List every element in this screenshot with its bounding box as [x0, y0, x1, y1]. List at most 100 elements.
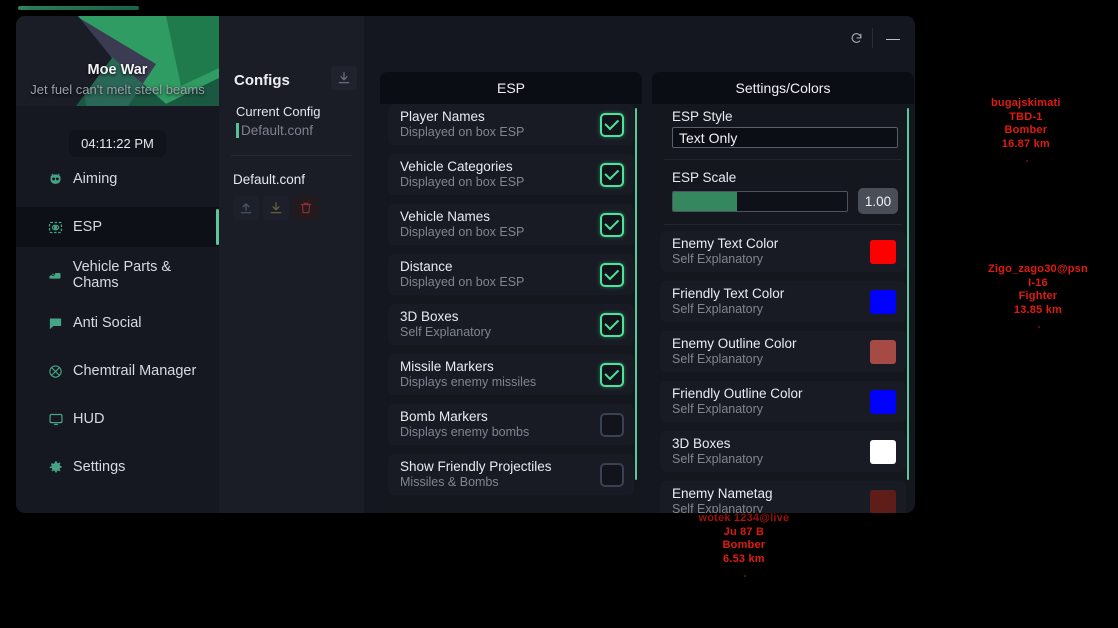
esp-rows: Player Names Displayed on box ESP Vehicle … — [380, 104, 642, 495]
esp-overlay-tag: wotek 1234@live Ju 87 B Bomber 6.53 km — [699, 512, 790, 566]
row-texts: Friendly Text Color Self Explanatory — [672, 286, 784, 317]
sidebar-item-aiming[interactable]: Aiming — [16, 159, 219, 199]
color-swatch[interactable] — [870, 389, 896, 414]
esp-option-row[interactable]: 3D Boxes Self Explanatory — [388, 304, 634, 345]
chat-bubble-icon — [45, 314, 66, 332]
checkbox[interactable] — [600, 262, 624, 287]
current-config-label: Current Config — [236, 104, 321, 119]
checkbox[interactable] — [600, 462, 624, 487]
esp-option-row[interactable]: Vehicle Names Displayed on box ESP — [388, 204, 634, 245]
checkbox[interactable] — [600, 412, 624, 437]
color-option-row[interactable]: Enemy Text Color Self Explanatory — [660, 231, 906, 272]
row-subtitle: Self Explanatory — [672, 252, 764, 266]
color-swatch[interactable] — [870, 339, 896, 364]
vehicle-icon — [45, 266, 66, 284]
content-area: ESP Player Names Displayed on box ESP Vehi… — [364, 61, 915, 513]
color-option-row[interactable]: Friendly Outline Color Self Explanatory — [660, 381, 906, 422]
sidebar-item-label: Aiming — [73, 171, 118, 187]
color-swatch[interactable] — [870, 439, 896, 464]
color-option-row[interactable]: Enemy Outline Color Self Explanatory — [660, 331, 906, 372]
row-title: Enemy Text Color — [672, 236, 779, 251]
color-swatch[interactable] — [870, 489, 896, 513]
sidebar-item-hud[interactable]: HUD — [16, 399, 219, 439]
esp-panel-scrollbar[interactable] — [634, 108, 637, 480]
download-icon[interactable] — [331, 66, 357, 90]
row-subtitle: Displayed on box ESP — [400, 175, 525, 189]
settings-divider — [664, 159, 902, 160]
row-title: Bomb Markers — [400, 409, 488, 424]
esp-tag-line: 6.53 km — [723, 552, 765, 565]
sidebar-item-label: Vehicle Parts & Chams — [72, 259, 172, 291]
sidebar-item-label: Chemtrail Manager — [73, 363, 197, 379]
esp-tag-line: Ju 87 B — [723, 525, 765, 538]
esp-scale-slider[interactable] — [672, 190, 848, 212]
row-title: Enemy Outline Color — [672, 336, 797, 351]
titlebar-separator — [872, 28, 873, 48]
checkbox[interactable] — [600, 112, 624, 137]
row-texts: Enemy Nametag Self Explanatory — [672, 486, 773, 513]
sidebar-item-esp[interactable]: ESP — [16, 207, 219, 247]
row-title: Friendly Outline Color — [672, 386, 803, 401]
esp-tag-line: I-16 — [1028, 276, 1048, 289]
download-icon[interactable] — [263, 196, 289, 220]
row-texts: Friendly Outline Color Self Explanatory — [672, 386, 803, 417]
checkbox[interactable] — [600, 312, 624, 337]
monitor-icon — [45, 410, 66, 428]
upload-icon[interactable] — [233, 196, 259, 220]
row-title: Vehicle Names — [400, 209, 491, 224]
close-button[interactable]: ✕ — [910, 26, 915, 50]
esp-tag-line: wotek 1234@live — [698, 512, 790, 524]
row-title: Missile Markers — [400, 359, 494, 374]
esp-tag-line: Zigo_zago30@psn — [988, 263, 1088, 275]
esp-option-row[interactable]: Bomb Markers Displays enemy bombs — [388, 404, 634, 445]
trash-icon[interactable] — [293, 196, 319, 220]
refresh-icon[interactable] — [844, 26, 868, 50]
esp-tag-line: 16.87 km — [1001, 137, 1050, 150]
esp-option-row[interactable]: Distance Displayed on box ESP — [388, 254, 634, 295]
esp-overlay-dot — [1026, 160, 1028, 162]
esp-style-label: ESP Style — [672, 109, 733, 124]
row-subtitle: Self Explanatory — [672, 452, 764, 466]
esp-option-row[interactable]: Missile Markers Displays enemy missiles — [388, 354, 634, 395]
esp-option-row[interactable]: Vehicle Categories Displayed on box ESP — [388, 154, 634, 195]
esp-scale-value[interactable]: 1.00 — [858, 188, 898, 214]
esp-option-row[interactable]: Player Names Displayed on box ESP — [388, 104, 634, 145]
sidebar-item-settings[interactable]: Settings — [16, 447, 219, 487]
settings-panel-scrollbar[interactable] — [906, 108, 909, 480]
row-title: Distance — [400, 259, 453, 274]
esp-tag-line: bugajskimati — [991, 97, 1061, 109]
minimize-button[interactable]: — — [880, 26, 906, 50]
configs-panel: Configs Current Config Default.conf Defa… — [219, 16, 364, 513]
esp-tag-line: 13.85 km — [1013, 303, 1062, 316]
eye-box-icon — [45, 218, 66, 236]
esp-scale-slider-fill — [673, 191, 738, 211]
color-option-row[interactable]: Enemy Nametag Self Explanatory — [660, 481, 906, 513]
current-config-value: Default.conf — [241, 123, 314, 138]
esp-scale-label: ESP Scale — [672, 170, 737, 185]
sidebar-item-label: Anti Social — [73, 315, 142, 331]
row-texts: Bomb Markers Displays enemy bombs — [400, 409, 529, 440]
sidebar-item-anti-social[interactable]: Anti Social — [16, 303, 219, 343]
esp-option-row[interactable]: Show Friendly Projectiles Missiles & Bomb… — [388, 454, 634, 495]
color-swatch[interactable] — [870, 289, 896, 314]
configs-title: Configs — [234, 72, 290, 89]
row-subtitle: Displays enemy missiles — [400, 375, 537, 389]
row-texts: Vehicle Names Displayed on box ESP — [400, 209, 524, 240]
sidebar-item-label: ESP — [73, 219, 103, 235]
brand-tagline: Jet fuel can't melt steel beams — [30, 82, 205, 97]
color-swatch[interactable] — [870, 239, 896, 264]
checkbox[interactable] — [600, 162, 624, 187]
row-texts: Vehicle Categories Displayed on box ESP — [400, 159, 524, 190]
config-file-name: Default.conf — [233, 172, 306, 187]
esp-scale-group: ESP Scale 1.00 — [660, 165, 906, 214]
checkbox[interactable] — [600, 362, 624, 387]
title-bar: — ✕ — [364, 16, 915, 61]
color-option-row[interactable]: Friendly Text Color Self Explanatory — [660, 281, 906, 322]
sidebar-item-chemtrail-manager[interactable]: Chemtrail Manager — [16, 351, 219, 391]
atom-icon — [45, 362, 66, 380]
esp-style-select[interactable]: Text Only — [672, 127, 898, 148]
sidebar-item-vehicle-parts-chams[interactable]: Vehicle Parts & Chams — [16, 255, 219, 295]
checkbox[interactable] — [600, 212, 624, 237]
color-option-row[interactable]: 3D Boxes Self Explanatory — [660, 431, 906, 472]
esp-panel-body: Player Names Displayed on box ESP Vehicle … — [380, 104, 642, 513]
